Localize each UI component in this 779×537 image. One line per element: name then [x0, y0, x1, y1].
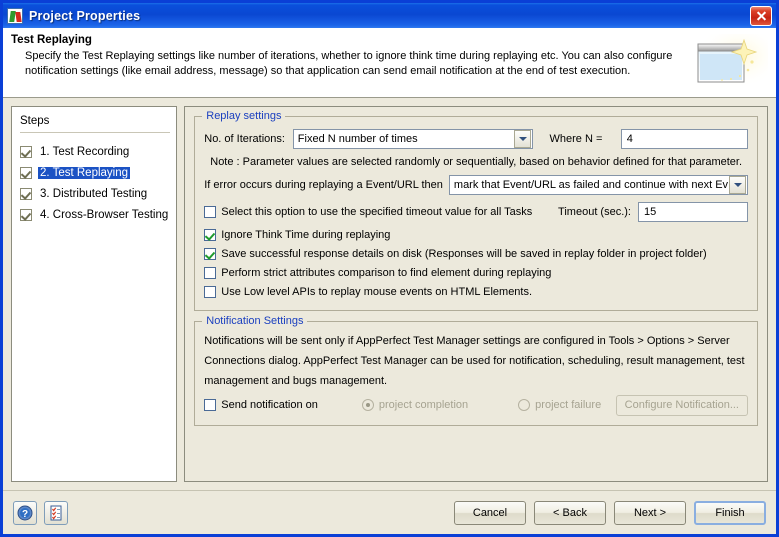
iterations-label: No. of Iterations: [204, 133, 285, 145]
timeout-input[interactable]: 15 [638, 202, 748, 222]
sidebar-item-test-recording[interactable]: 1. Test Recording [20, 141, 170, 162]
notification-settings-group: Notification Settings Notifications will… [194, 315, 758, 426]
next-button[interactable]: Next > [614, 500, 686, 525]
notification-controls-row: Send notification on project completion … [204, 394, 748, 416]
back-button[interactable]: < Back [534, 500, 606, 525]
help-icon: ? [17, 505, 33, 520]
close-icon[interactable] [750, 5, 772, 26]
ignore-think-time-checkbox[interactable]: Ignore Think Time during replaying [204, 225, 748, 244]
iterations-row: No. of Iterations: Fixed N number of tim… [204, 129, 748, 149]
timeout-row: Select this option to use the specified … [204, 202, 748, 222]
replay-settings-group: Replay settings No. of Iterations: Fixed… [194, 110, 758, 311]
checkbox-box [204, 228, 217, 241]
dialog-body: Steps 1. Test Recording 2. Test Replayin… [3, 98, 776, 490]
error-handling-row: If error occurs during replaying a Event… [204, 175, 748, 195]
project-properties-dialog: Project Properties Test Replaying Specif… [0, 0, 779, 537]
where-n-input[interactable]: 4 [620, 129, 748, 149]
timeout-option-checkbox[interactable]: Select this option to use the specified … [204, 203, 532, 222]
sidebar-item-distributed-testing[interactable]: 3. Distributed Testing [20, 183, 170, 204]
checklist-button[interactable] [44, 500, 68, 525]
radio-dot [518, 399, 531, 411]
low-level-apis-checkbox[interactable]: Use Low level APIs to replay mouse event… [204, 282, 748, 301]
step-checkbox [20, 166, 32, 179]
step-checkbox [20, 187, 32, 200]
send-notification-label: Send notification on [221, 399, 318, 411]
sidebar-item-label: 1. Test Recording [40, 145, 130, 158]
iterations-select[interactable]: Fixed N number of times [292, 129, 534, 149]
window-title: Project Properties [29, 8, 141, 23]
svg-text:?: ? [22, 509, 28, 520]
error-handling-select[interactable]: mark that Event/URL as failed and contin… [448, 175, 748, 195]
chevron-down-icon[interactable] [514, 130, 532, 148]
page-description-line-2: notification settings (like email addres… [25, 65, 631, 77]
radio-project-completion-label: project completion [378, 399, 469, 411]
notification-description-line-3: management and bugs management. [204, 375, 388, 387]
sidebar-item-test-replaying[interactable]: 2. Test Replaying [20, 162, 170, 183]
chevron-down-icon[interactable] [729, 176, 746, 194]
low-level-apis-label: Use Low level APIs to replay mouse event… [221, 285, 533, 298]
radio-dot [361, 399, 374, 411]
dialog-footer: ? Cancel < Back Next > Finish [3, 490, 776, 534]
settings-panel: Replay settings No. of Iterations: Fixed… [184, 106, 768, 482]
sidebar-item-cross-browser-testing[interactable]: 4. Cross-Browser Testing [20, 204, 170, 225]
checklist-icon [50, 505, 62, 520]
page-title: Test Replaying [11, 34, 92, 46]
timeout-option-label: Select this option to use the specified … [221, 206, 533, 218]
steps-panel: Steps 1. Test Recording 2. Test Replayin… [11, 106, 178, 482]
sidebar-item-label: 2. Test Replaying [38, 166, 131, 179]
save-response-details-label: Save successful response details on disk… [221, 247, 707, 260]
finish-button[interactable]: Finish [694, 500, 766, 525]
send-notification-checkbox[interactable]: Send notification on [204, 396, 318, 415]
steps-heading: Steps [20, 115, 171, 133]
radio-project-failure[interactable]: project failure [518, 399, 601, 411]
checkbox-box [204, 399, 217, 411]
checkbox-box [204, 247, 217, 260]
strict-attributes-checkbox[interactable]: Perform strict attributes comparison to … [204, 263, 748, 282]
sidebar-item-label: 3. Distributed Testing [40, 187, 148, 200]
notification-description-line-1: Notifications will be sent only if AppPe… [204, 335, 730, 347]
checkbox-box [204, 266, 217, 279]
sidebar-item-label: 4. Cross-Browser Testing [40, 208, 169, 221]
page-description-line-1: Specify the Test Replaying settings like… [25, 50, 673, 62]
where-n-label: Where N = [549, 133, 603, 145]
wizard-header: Test Replaying Specify the Test Replayin… [3, 28, 776, 98]
configure-notification-button[interactable]: Configure Notification... [615, 394, 748, 416]
cancel-button[interactable]: Cancel [454, 500, 526, 525]
strict-attributes-label: Perform strict attributes comparison to … [221, 266, 552, 279]
error-handling-select-value: mark that Event/URL as failed and contin… [453, 179, 728, 191]
error-handling-label: If error occurs during replaying a Event… [204, 179, 443, 191]
step-checkbox [20, 208, 32, 221]
iterations-select-value: Fixed N number of times [297, 133, 418, 145]
wizard-window-sparkle-icon [690, 34, 768, 92]
radio-project-failure-label: project failure [535, 399, 602, 411]
parameter-note: Note : Parameter values are selected ran… [210, 156, 743, 168]
help-button[interactable]: ? [13, 500, 37, 525]
notification-settings-title: Notification Settings [202, 315, 308, 327]
save-response-details-checkbox[interactable]: Save successful response details on disk… [204, 244, 748, 263]
ignore-think-time-label: Ignore Think Time during replaying [221, 228, 391, 241]
step-checkbox [20, 145, 32, 158]
title-bar: Project Properties [3, 3, 776, 28]
checkbox-box [204, 285, 217, 298]
timeout-label: Timeout (sec.): [558, 206, 631, 218]
replay-settings-title: Replay settings [202, 110, 286, 122]
app-icon [7, 7, 23, 24]
notification-description-line-2: Connections dialog. AppPerfect Test Mana… [204, 355, 745, 367]
radio-project-completion[interactable]: project completion [361, 399, 469, 411]
checkbox-box [204, 206, 217, 218]
